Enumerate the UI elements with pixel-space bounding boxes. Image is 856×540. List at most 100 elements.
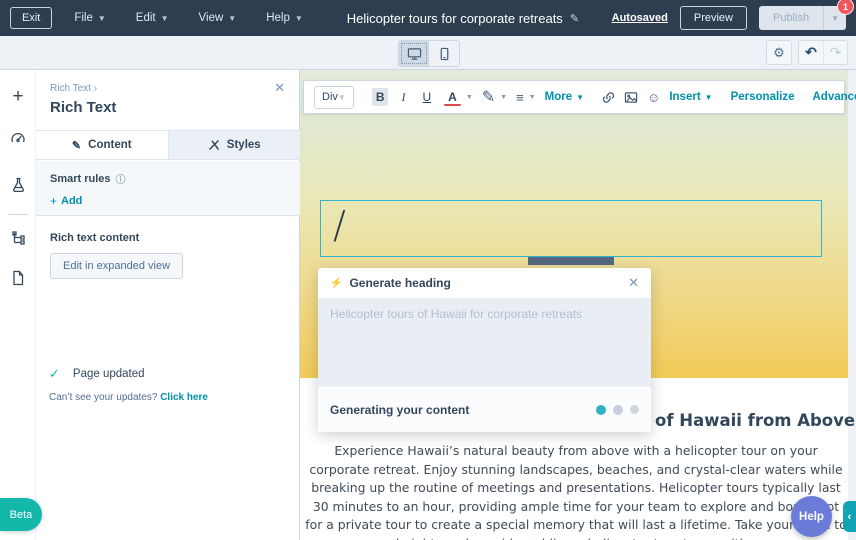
bold-button[interactable]: B [372, 88, 389, 106]
chevron-down-icon: ▼ [338, 93, 346, 102]
panel-tabs: ✎ Content Styles [36, 130, 300, 160]
chevron-down-icon[interactable]: ▼ [500, 94, 507, 101]
plus-icon: + [12, 86, 23, 108]
undo-button[interactable]: ↶ [799, 41, 823, 64]
page-contents-button[interactable] [0, 261, 36, 295]
click-here-link[interactable]: Click here [160, 392, 208, 403]
insert-menu[interactable]: Insert ▼ [669, 91, 712, 103]
desktop-view-button[interactable] [399, 41, 429, 66]
emoji-icon[interactable]: ☺ [647, 90, 660, 105]
tab-content[interactable]: ✎ Content [36, 131, 168, 159]
undo-redo-group: ↶ ↷ [798, 40, 848, 65]
rich-text-content-label: Rich text content [50, 232, 286, 244]
left-icon-rail: + [0, 70, 36, 540]
rich-text-panel: Rich Text › ✕ Rich Text ✎ Content Styles… [36, 70, 300, 540]
plus-icon: + [50, 194, 57, 208]
module-drag-handle[interactable] [528, 257, 614, 265]
tab-styles[interactable]: Styles [168, 131, 301, 159]
preview-button[interactable]: Preview [680, 6, 747, 30]
modal-footer: Generating your content [318, 386, 651, 432]
tree-icon [11, 231, 26, 246]
top-bar: Exit File ▼ Edit ▼ View ▼ Help ▼ Helicop… [0, 0, 856, 36]
insert-label: Insert [669, 91, 700, 103]
modal-header: ⚡ Generate heading ✕ [318, 268, 651, 298]
rich-text-content-section: Rich text content Edit in expanded view [36, 216, 300, 295]
gear-icon: ⚙ [773, 45, 785, 61]
publish-button[interactable]: Publish [759, 6, 823, 30]
link-icon[interactable] [602, 91, 615, 104]
paintbrush-icon [208, 139, 220, 151]
modal-close-icon[interactable]: ✕ [628, 275, 639, 291]
test-flask-button[interactable] [0, 168, 36, 202]
menu-file[interactable]: File ▼ [74, 12, 105, 24]
edit-expanded-view-button[interactable]: Edit in expanded view [50, 253, 183, 279]
page-updated-status: ✓ Page updated [49, 366, 145, 382]
info-icon[interactable]: ⓘ [116, 171, 126, 186]
autosaved-link[interactable]: Autosaved [612, 12, 668, 24]
personalize-label: Personalize [731, 91, 795, 103]
menu-help-label: Help [266, 12, 290, 24]
add-module-button[interactable]: + [0, 80, 36, 114]
prompt-input[interactable]: Helicopter tours of Hawaii for corporate… [318, 298, 651, 386]
publish-split-button: Publish ▼ 1 [759, 6, 846, 30]
menu-edit[interactable]: Edit ▼ [136, 12, 169, 24]
breadcrumb[interactable]: Rich Text › [50, 83, 97, 94]
generate-heading-modal: ⚡ Generate heading ✕ Helicopter tours of… [318, 268, 651, 432]
block-format-value: Div [322, 91, 338, 103]
close-panel-icon[interactable]: ✕ [274, 80, 285, 96]
redo-icon: ↷ [830, 44, 842, 61]
chevron-down-icon: ▼ [98, 14, 106, 23]
menu-help[interactable]: Help ▼ [266, 12, 303, 24]
top-bar-actions: Autosaved Preview Publish ▼ 1 [612, 6, 846, 30]
help-button[interactable]: Help [791, 496, 832, 537]
mobile-icon [438, 47, 451, 61]
exit-button[interactable]: Exit [10, 7, 52, 29]
alignment-button[interactable]: ≡ [516, 90, 524, 105]
add-smart-rule-link[interactable]: + Add [50, 194, 286, 208]
advanced-menu[interactable]: Advanced ▼ [813, 91, 856, 103]
menu-edit-label: Edit [136, 12, 156, 24]
page-title-group: Helicopter tours for corporate retreats … [347, 11, 579, 26]
page-structure-button[interactable] [0, 221, 36, 255]
lightning-icon: ⚡ [330, 278, 342, 289]
check-icon: ✓ [49, 366, 60, 382]
highlight-color-button[interactable]: ✎ [482, 87, 495, 107]
desktop-icon [407, 47, 422, 61]
gauge-icon [10, 131, 26, 147]
personalize-button[interactable]: Personalize [731, 91, 795, 103]
block-format-dropdown[interactable]: Div ▼ [314, 86, 354, 109]
italic-button[interactable]: I [397, 88, 409, 107]
smart-rules-section: Smart rules ⓘ + Add [36, 161, 300, 216]
chevron-down-icon[interactable]: ▼ [466, 94, 473, 101]
image-icon[interactable] [624, 91, 638, 104]
page-paragraph[interactable]: Experience Hawaii’s natural beauty from … [304, 442, 848, 540]
notification-badge[interactable]: 1 [837, 0, 854, 15]
status-text: Page updated [73, 368, 145, 380]
advanced-label: Advanced [813, 91, 856, 103]
undo-icon: ↶ [805, 44, 817, 61]
device-toggle-group [398, 40, 460, 67]
smart-rules-label-row: Smart rules ⓘ [50, 171, 286, 186]
mobile-view-button[interactable] [429, 41, 459, 66]
optimize-button[interactable] [0, 122, 36, 156]
collapse-panel-tab[interactable]: ‹ [843, 501, 856, 532]
edit-title-icon[interactable]: ✎ [570, 12, 579, 25]
page-heading[interactable]: of Hawaii from Above [655, 411, 855, 430]
beta-badge[interactable]: Beta [0, 498, 42, 531]
menu-view[interactable]: View ▼ [199, 12, 237, 24]
scrollbar-track[interactable] [848, 70, 856, 540]
menu-view-label: View [199, 12, 224, 24]
more-menu[interactable]: More ▼ [545, 91, 584, 103]
tab-styles-label: Styles [227, 139, 261, 151]
panel-title: Rich Text [50, 99, 116, 116]
selected-rich-text-module[interactable]: / [320, 200, 822, 257]
updates-hint-text: Can’t see your updates? [49, 392, 157, 403]
chevron-down-icon[interactable]: ▼ [529, 94, 536, 101]
redo-button[interactable]: ↷ [823, 41, 847, 64]
loading-dot [630, 405, 639, 414]
rail-divider [8, 214, 28, 215]
settings-button[interactable]: ⚙ [766, 40, 792, 65]
font-color-button[interactable]: A [444, 88, 461, 106]
underline-button[interactable]: U [418, 88, 435, 106]
chevron-down-icon: ▼ [228, 14, 236, 23]
